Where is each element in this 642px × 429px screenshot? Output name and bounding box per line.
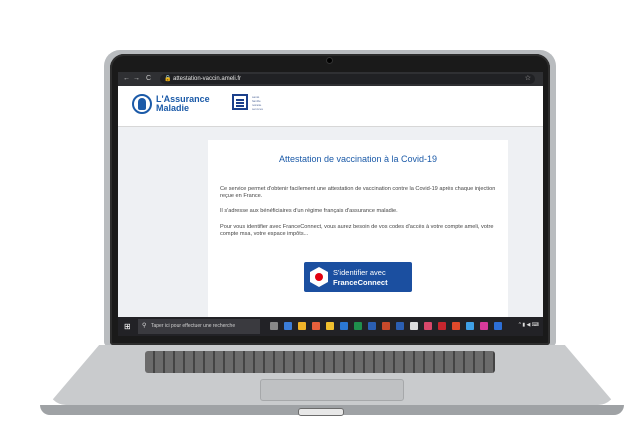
search-icon: ⚲ [142,323,147,329]
logo-line-2: Maladie [156,103,190,113]
settings-icon[interactable] [494,322,502,330]
franceconnect-button-line1: S'identifier avec [333,268,386,277]
task-view-icon[interactable] [270,322,278,330]
windows-taskbar: ⊞ ⚲ Taper ici pour effectuer une recherc… [118,317,543,336]
page-title: Attestation de vaccination à la Covid-19 [278,154,438,164]
forward-icon[interactable]: → [133,74,140,84]
franceconnect-login-button[interactable]: S'identifier avec FranceConnect [304,262,412,292]
edge-icon[interactable] [284,322,292,330]
word-doc-icon[interactable] [396,322,404,330]
webcam [327,58,332,63]
franceconnect-icon [310,267,328,287]
reload-icon[interactable]: C [146,74,151,84]
teams-icon[interactable] [480,322,488,330]
folder-icon[interactable] [326,322,334,330]
keyboard [145,351,495,373]
site-header: L'Assurance Maladie santé famille retrai… [118,86,543,127]
file-explorer-icon[interactable] [298,322,306,330]
lid-opening-notch [298,408,344,416]
powerpoint-icon[interactable] [382,322,390,330]
address-url: attestation-vaccin.ameli.fr [173,76,242,82]
system-tray[interactable]: ^ ▮ ◀ ⌨ [519,322,539,328]
bookmark-star-icon[interactable]: ☆ [525,74,531,84]
laptop-screen: ← → C 🔒 attestation-vaccin.ameli.fr ☆ L'… [118,72,543,336]
chrome-icon[interactable] [466,322,474,330]
intro-paragraph: Ce service permet d'obtenir facilement u… [220,186,496,199]
acrobat-icon[interactable] [438,322,446,330]
franceconnect-button-line2: FranceConnect [333,278,388,287]
securite-sociale-logo-icon [232,94,248,110]
taskbar-search-placeholder: Taper ici pour effectuer une recherche [151,323,236,329]
taskbar-search-box[interactable]: ⚲ Taper ici pour effectuer une recherche [138,319,260,334]
outlook-icon[interactable] [340,322,348,330]
securite-sociale-tagline: santé famille retraite services [252,95,282,111]
assurance-maladie-logo-icon[interactable] [132,94,152,114]
calculator-icon[interactable] [410,322,418,330]
attestation-card: Attestation de vaccination à la Covid-19… [208,140,508,336]
office-icon[interactable] [452,322,460,330]
browser-toolbar: ← → C 🔒 attestation-vaccin.ameli.fr ☆ [118,72,543,86]
tagline-line-4: services [252,107,264,111]
app-icon[interactable] [424,322,432,330]
lock-icon: 🔒 [164,76,172,82]
windows-start-icon[interactable]: ⊞ [124,322,131,331]
trackpad [260,379,404,401]
franceconnect-paragraph: Pour vous identifier avec FranceConnect,… [220,224,494,237]
back-icon[interactable]: ← [123,74,130,84]
word-icon[interactable] [368,322,376,330]
store-icon[interactable] [312,322,320,330]
excel-icon[interactable] [354,322,362,330]
assurance-maladie-logo-text[interactable]: L'Assurance Maladie [156,95,210,113]
eligibility-paragraph: Il s'adresse aux bénéficiaires d'un régi… [220,208,398,214]
address-bar[interactable]: 🔒 attestation-vaccin.ameli.fr ☆ [160,74,535,84]
